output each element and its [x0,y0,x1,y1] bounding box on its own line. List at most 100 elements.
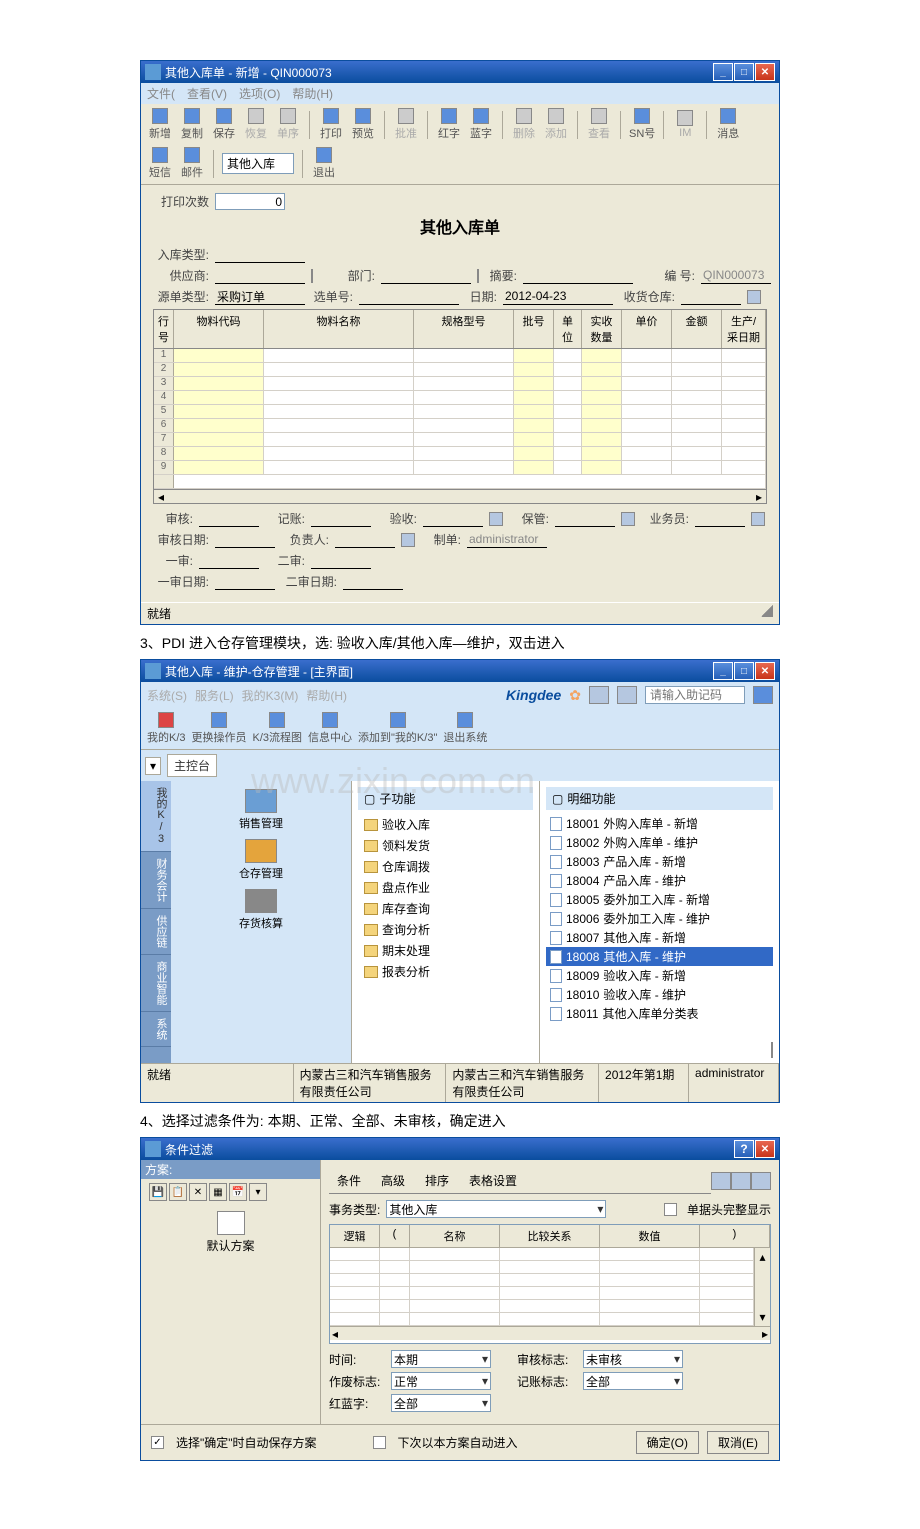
gh-amount[interactable]: 金额 [672,310,722,348]
func-period[interactable]: 期末处理 [358,940,533,961]
lookup-owner[interactable] [401,533,415,547]
lookup-warehouse[interactable] [747,290,761,304]
close-button[interactable]: ✕ [755,63,775,81]
tab-sys[interactable]: 系统 [141,1012,171,1047]
tb2-info[interactable]: 信息中心 [308,712,352,745]
tb-copy[interactable]: 复制 [179,108,205,141]
tb-exit[interactable]: 退出 [311,147,337,180]
default-scheme[interactable]: 默认方案 [149,1207,312,1258]
tabs-btn1[interactable] [711,1172,731,1190]
lookup-staff[interactable] [751,512,765,526]
minimize-button2[interactable]: _ [713,662,733,680]
gh-unit[interactable]: 单位 [554,310,582,348]
chk-autosave[interactable]: ✓ [151,1436,164,1449]
lookup-dept[interactable] [477,269,479,283]
nav-sales[interactable]: 销售管理 [239,789,283,831]
menu-view[interactable]: 查看(V) [187,85,227,102]
input-orderno[interactable] [359,288,459,305]
tab-biz[interactable]: 商业智能 [141,955,171,1012]
scheme-save[interactable]: 💾 [149,1183,167,1201]
tb2-switch[interactable]: 更换操作员 [192,712,247,745]
detail-18003[interactable]: 18003产品入库 - 新增 [546,852,773,871]
input-date[interactable] [503,288,613,305]
detail-18008[interactable]: 18008其他入库 - 维护 [546,947,773,966]
chk-headcomplete[interactable] [664,1203,677,1216]
func-report[interactable]: 报表分析 [358,961,533,982]
close-button2[interactable]: ✕ [755,662,775,680]
func-query[interactable]: 库存查询 [358,898,533,919]
detail-18007[interactable]: 18007其他入库 - 新增 [546,928,773,947]
scheme-cal[interactable]: 📅 [229,1183,247,1201]
input-srctype[interactable] [215,288,305,305]
menu-option[interactable]: 选项(O) [239,85,280,102]
tab-cond[interactable]: 条件 [333,1170,365,1191]
cancel-button[interactable]: 取消(E) [707,1431,769,1454]
menu-svc[interactable]: 服务(L) [195,687,234,704]
func-accept[interactable]: 验收入库 [358,814,533,835]
cg-hscroll[interactable]: ◂▸ [330,1326,770,1340]
cg-vscroll[interactable]: ▴▾ [754,1248,770,1326]
gh-price[interactable]: 单价 [622,310,672,348]
scheme-delete[interactable]: ✕ [189,1183,207,1201]
combo-rb[interactable]: 全部 [391,1394,491,1412]
tb-print[interactable]: 打印 [318,108,344,141]
nav-warehouse[interactable]: 仓存管理 [239,839,283,881]
cg-rp[interactable]: ) [700,1225,770,1247]
inp-staff[interactable] [695,510,745,527]
cg-name[interactable]: 名称 [410,1225,500,1247]
search-go[interactable] [753,686,773,704]
combo-time[interactable]: 本期 [391,1350,491,1368]
tab-supply[interactable]: 供应链 [141,909,171,955]
cg-lp[interactable]: ( [380,1225,410,1247]
tb2-myk3[interactable]: 我的K/3 [147,712,186,745]
help-button[interactable]: ? [734,1140,754,1158]
tb-blue[interactable]: 蓝字 [468,108,494,141]
cg-logic[interactable]: 逻辑 [330,1225,380,1247]
gh-batch[interactable]: 批号 [514,310,554,348]
console-dropdown[interactable]: ▾ [145,757,161,775]
tb-right-combo[interactable]: 其他入库 [222,153,294,174]
tabs-btn2[interactable] [731,1172,751,1190]
scheme-view[interactable]: ▦ [209,1183,227,1201]
tab-sort[interactable]: 排序 [421,1170,453,1191]
brand-btn2[interactable] [617,686,637,704]
titlebar3[interactable]: 条件过滤 ? ✕ [141,1138,779,1160]
cg-rows[interactable] [330,1248,754,1326]
tb-preview[interactable]: 预览 [350,108,376,141]
inp-accept[interactable] [423,510,483,527]
scroll-right[interactable]: ▸ [752,490,766,503]
lookup-supplier[interactable] [311,269,313,283]
maximize-button[interactable]: □ [734,63,754,81]
detail-18006[interactable]: 18006委外加工入库 - 维护 [546,909,773,928]
nav-stock[interactable]: 存货核算 [239,889,283,931]
grid-body[interactable]: 1 2 3 4 5 6 7 8 9 [154,349,766,489]
menu-help[interactable]: 帮助(H) [292,85,333,102]
tb-mail[interactable]: 邮件 [179,147,205,180]
func-issue[interactable]: 领料发货 [358,835,533,856]
inp-owner[interactable] [335,531,395,548]
input-warehouse[interactable] [681,288,741,305]
detail-folder-btn[interactable] [771,1042,773,1058]
input-dept[interactable] [381,267,471,284]
resize-grip[interactable] [761,605,773,617]
minimize-button[interactable]: _ [713,63,733,81]
scheme-copy[interactable]: 📋 [169,1183,187,1201]
cg-val[interactable]: 数值 [600,1225,700,1247]
combo-book[interactable]: 全部 [583,1372,683,1390]
tb-msg[interactable]: 消息 [715,108,741,141]
inp-keeper[interactable] [555,510,615,527]
detail-18002[interactable]: 18002外购入库单 - 维护 [546,833,773,852]
tb-save[interactable]: 保存 [211,108,237,141]
detail-18004[interactable]: 18004产品入库 - 维护 [546,871,773,890]
gh-code[interactable]: 物料代码 [174,310,264,348]
combo-audit[interactable]: 未审核 [583,1350,683,1368]
input-type[interactable] [215,246,305,263]
detail-18010[interactable]: 18010验收入库 - 维护 [546,985,773,1004]
gh-qty[interactable]: 实收数量 [582,310,622,348]
input-printcount[interactable] [215,193,285,210]
detail-18005[interactable]: 18005委外加工入库 - 新增 [546,890,773,909]
detail-18009[interactable]: 18009验收入库 - 新增 [546,966,773,985]
input-summary[interactable] [523,267,633,284]
cg-rel[interactable]: 比较关系 [500,1225,600,1247]
tb2-addto[interactable]: 添加到"我的K/3" [358,712,437,745]
